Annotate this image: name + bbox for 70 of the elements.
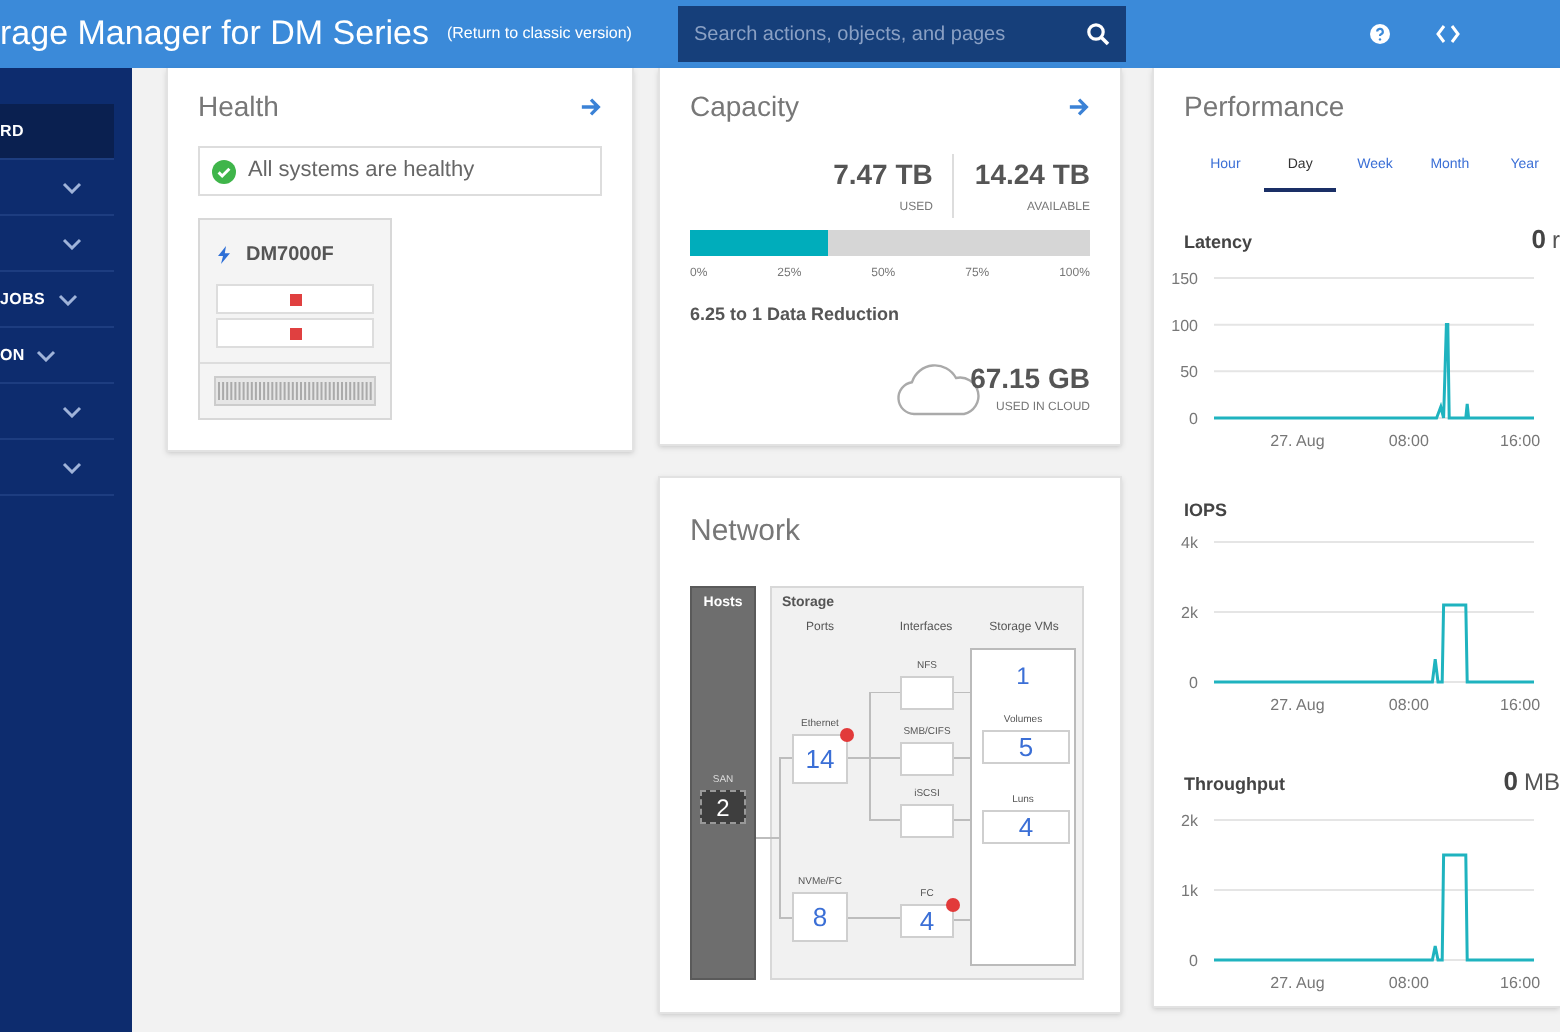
x-tick-label: 27. Aug (1270, 431, 1325, 449)
connector-line (953, 757, 970, 759)
arrow-right-icon[interactable] (1068, 96, 1090, 118)
interface-box[interactable]: 4 (900, 904, 954, 938)
chevron-down-icon (57, 293, 78, 305)
sidebar-item[interactable]: JOBS (0, 272, 114, 328)
classic-version-link[interactable]: (Return to classic version) (446, 22, 632, 46)
metric-title: IOPS (1184, 497, 1228, 523)
connector-line (847, 692, 901, 821)
card-title: Network (690, 511, 803, 551)
data-reduction: 6.25 to 1 Data Reduction (690, 302, 902, 328)
chevron-down-icon (62, 461, 82, 473)
y-tick-label: 4k (1181, 534, 1198, 552)
metric-title: Throughput (1184, 772, 1285, 798)
metric-title: Latency (1184, 230, 1253, 256)
x-tick-label: 08:00 (1388, 696, 1429, 714)
port-count[interactable]: 14 (792, 734, 848, 784)
chevron-down-icon (36, 349, 57, 361)
volume-count[interactable]: 5 (982, 730, 1070, 764)
code-icon[interactable] (1435, 24, 1460, 44)
connector-line (953, 919, 970, 921)
metric-unit: MB (1524, 766, 1560, 800)
alert-row[interactable] (216, 318, 374, 348)
y-tick-label: 2k (1181, 811, 1198, 829)
y-tick-label: 50 (1180, 362, 1198, 381)
sidebar-item[interactable]: RD (0, 104, 114, 160)
y-tick-label: 0 (1189, 951, 1198, 969)
chevron-down-icon (62, 181, 82, 193)
lun-count[interactable]: 4 (982, 810, 1070, 844)
search-icon[interactable] (1085, 22, 1110, 46)
arrow-right-icon[interactable] (580, 96, 602, 118)
connector-line (953, 692, 970, 693)
y-tick-label: 0 (1189, 409, 1198, 427)
x-tick-label: 08:00 (1388, 431, 1429, 449)
health-status: All systems are healthy (198, 146, 602, 196)
card-title: Capacity (690, 88, 799, 126)
host-count: 2 (700, 790, 746, 824)
search-field[interactable]: Search actions, objects, and pages (677, 6, 1126, 62)
card-title: Performance (1184, 88, 1347, 126)
chevron-down-icon (62, 237, 82, 249)
x-tick-label: 16:00 (1500, 973, 1541, 991)
lightning-icon (218, 246, 230, 264)
storage-vm-count[interactable]: 1 (970, 658, 1076, 694)
y-tick-label: 100 (1171, 315, 1198, 334)
y-tick-label: 0 (1189, 674, 1198, 692)
used-value: 7.47 TB (833, 156, 933, 194)
card-title: Health (198, 88, 279, 126)
y-tick-label: 150 (1171, 269, 1198, 287)
search-input[interactable]: Search actions, objects, and pages (693, 19, 1086, 49)
available-value: 14.24 TB (974, 156, 1090, 194)
metric-value: 0 (1503, 764, 1518, 800)
x-tick-label: 08:00 (1388, 973, 1429, 991)
device-name[interactable]: DM7000F (246, 240, 334, 270)
help-icon[interactable] (1369, 24, 1390, 44)
connector-line (953, 819, 970, 821)
x-tick-label: 16:00 (1500, 431, 1541, 449)
chevron-down-icon (62, 405, 82, 417)
alert-row[interactable] (216, 284, 374, 314)
x-tick-label: 16:00 (1500, 696, 1541, 714)
y-tick-label: 2k (1181, 604, 1198, 622)
app-title: rage Manager for DM Series (0, 12, 429, 57)
metric-unit: r (1552, 224, 1560, 258)
connector-line (847, 917, 901, 919)
cloud-value: 67.15 GB (970, 359, 1090, 397)
x-tick-label: 27. Aug (1270, 696, 1325, 714)
sidebar-item[interactable]: ON (0, 328, 114, 384)
port-count[interactable]: 8 (792, 892, 848, 942)
x-tick-label: 27. Aug (1270, 973, 1325, 991)
metric-value: 0 (1531, 222, 1546, 258)
y-tick-label: 1k (1181, 881, 1198, 899)
